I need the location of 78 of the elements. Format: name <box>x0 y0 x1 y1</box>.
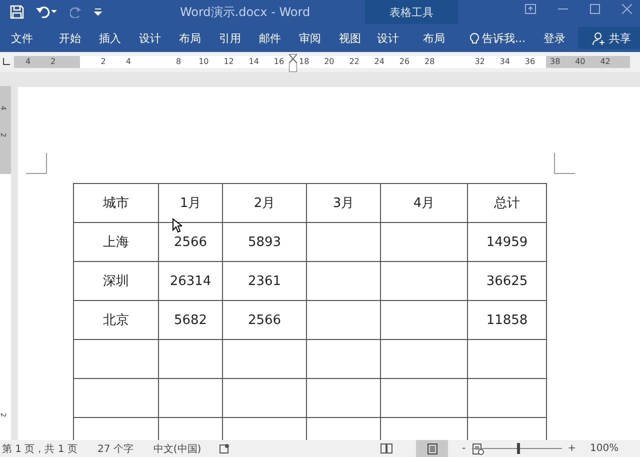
close-icon[interactable] <box>622 4 632 14</box>
page-lines-icon <box>426 442 438 454</box>
zoom-in-button[interactable]: + <box>568 443 576 454</box>
table-cell: 26314 <box>170 274 212 288</box>
ribbon-tab[interactable]: 布局 <box>170 27 210 49</box>
table-cell: 3月 <box>332 196 354 211</box>
ruler-number: 4 <box>25 56 31 68</box>
crop-mark <box>26 153 47 174</box>
ruler-number: 2 <box>50 56 56 68</box>
pointer-icon <box>172 218 182 233</box>
zoom-out-button[interactable]: - <box>462 443 466 454</box>
zoom-level[interactable]: 100% <box>590 443 619 454</box>
ruler-number: 16 <box>274 56 284 68</box>
restore-ribbon-icon[interactable] <box>525 4 536 14</box>
table-cell: 深圳 <box>103 274 129 289</box>
customize-icon[interactable] <box>94 8 102 16</box>
page-count[interactable]: 第 1 页，共 1 页 <box>2 442 78 456</box>
ruler-number: 12 <box>224 56 234 68</box>
table-cell: 5893 <box>248 234 282 250</box>
share-button[interactable]: 共享 <box>578 27 640 49</box>
table-cell: 城市 <box>103 196 129 211</box>
ruler-number: 40 <box>575 56 586 68</box>
crop-mark <box>554 153 575 174</box>
table-cell: 北京 <box>103 313 129 328</box>
macro-icon[interactable] <box>219 443 230 454</box>
undo-icon[interactable] <box>36 6 58 18</box>
table-cell: 4月 <box>413 196 435 211</box>
ruler-number: 14 <box>248 56 259 68</box>
ruler-number: 4 <box>126 56 131 68</box>
language[interactable]: 中文(中国) <box>153 442 202 456</box>
ruler-number: 36 <box>524 56 536 68</box>
indent-marker-icon[interactable] <box>289 54 297 72</box>
context-group-title: 表格工具 <box>388 4 434 20</box>
table-cell: 2566 <box>248 312 282 328</box>
table-cell: 36625 <box>486 274 528 288</box>
ribbon-tab[interactable]: 文件 <box>0 27 44 49</box>
ruler-number: 34 <box>500 56 510 68</box>
ribbon-tab[interactable]: 设计 <box>130 27 170 49</box>
sign-in-link[interactable]: 登录 <box>544 30 566 46</box>
table-cell: 上海 <box>103 235 129 250</box>
table-cell: 总计 <box>494 196 520 211</box>
table-cell: 2月 <box>254 196 276 211</box>
word-count[interactable]: 27 个字 <box>97 442 134 456</box>
ruler-number: 8 <box>176 56 182 68</box>
ruler-number: 32 <box>474 56 485 68</box>
ruler-number: 22 <box>349 56 360 68</box>
zoom-slider-thumb[interactable] <box>516 443 520 454</box>
table-cell: 11858 <box>486 312 528 328</box>
tell-me-field[interactable]: 告诉我... <box>482 30 526 46</box>
ruler-number: 42 <box>600 56 610 68</box>
read-mode-icon[interactable] <box>380 443 392 454</box>
maximize-icon[interactable] <box>590 4 600 14</box>
ruler-number: 24 <box>374 56 384 68</box>
ribbon-tab[interactable]: 邮件 <box>250 27 290 49</box>
ruler-number: 2 <box>100 56 106 68</box>
table-cell: 2361 <box>248 274 282 288</box>
ruler-number: 10 <box>198 56 209 68</box>
ribbon-tab[interactable]: 插入 <box>90 27 130 49</box>
table-cell: 2566 <box>174 234 208 250</box>
table-cell: 1月 <box>180 196 202 211</box>
table-cell: 5682 <box>174 312 208 328</box>
ruler-number: 20 <box>324 56 334 68</box>
ribbon-tab[interactable]: 布局 <box>411 27 457 49</box>
web-layout-icon[interactable] <box>472 442 484 454</box>
tab-selector-icon[interactable] <box>3 58 10 65</box>
ribbon-tab[interactable]: 引用 <box>210 27 250 49</box>
ruler-number: 18 <box>299 56 310 68</box>
ruler-number: 26 <box>399 56 410 68</box>
lightbulb-icon[interactable] <box>470 32 479 44</box>
print-layout-button[interactable] <box>416 440 448 457</box>
window-title: Word演示.docx - Word <box>178 4 312 20</box>
save-icon[interactable] <box>10 5 24 19</box>
ribbon-tab[interactable]: 审阅 <box>290 27 330 49</box>
ruler-number: 28 <box>424 56 435 68</box>
ribbon-tab[interactable]: 开始 <box>50 27 90 49</box>
ruler-number: 38 <box>550 56 560 68</box>
table-cell: 14959 <box>486 234 528 250</box>
add-person-icon <box>592 32 606 44</box>
